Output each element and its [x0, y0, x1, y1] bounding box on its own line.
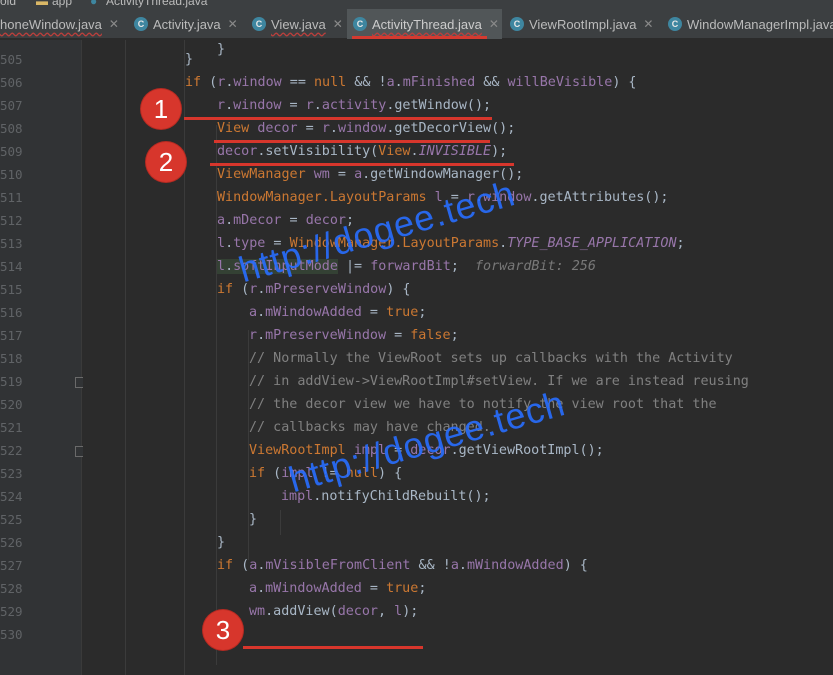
line-number: 515 [0, 282, 23, 297]
line-number: 516 [0, 305, 23, 320]
tab-phonewindow[interactable]: honeWindow.java ✕ [0, 9, 120, 39]
code-line: a.mWindowAdded = true; [249, 305, 427, 320]
line-number: 507 [0, 98, 23, 113]
tab-activity[interactable]: C Activity.java ✕ [128, 9, 244, 39]
code-line: } [249, 512, 258, 527]
indent-guide [125, 40, 126, 675]
tab-label: ActivityThread.java [372, 16, 482, 32]
line-number: 519 [0, 374, 23, 389]
folder-icon: ▬ [36, 0, 48, 8]
annotation-underline [184, 117, 492, 120]
code-line: } [217, 535, 226, 550]
line-number: 514 [0, 259, 23, 274]
active-tab-highlight [352, 36, 487, 39]
tab-label: ViewRootImpl.java [529, 16, 637, 32]
close-icon[interactable]: ✕ [489, 17, 499, 31]
line-number: 511 [0, 190, 23, 205]
line-number: 517 [0, 328, 23, 343]
indent-guide [280, 510, 281, 535]
line-number: 529 [0, 604, 23, 619]
class-icon: ● [90, 0, 98, 8]
breadcrumb-item-folder[interactable]: old [0, 0, 16, 8]
code-line: } [217, 42, 226, 57]
tab-label: WindowManagerImpl.java [687, 16, 833, 32]
close-icon[interactable]: ✕ [109, 17, 119, 31]
breadcrumb-item-file[interactable]: ActivityThread.java [106, 0, 207, 8]
line-number-gutter: 505 506 507 508 509 510 511 512 513 514 … [0, 40, 85, 675]
close-icon[interactable]: ✕ [333, 17, 343, 31]
line-number: 520 [0, 397, 23, 412]
line-number: 512 [0, 213, 23, 228]
line-number: 527 [0, 558, 23, 573]
line-number: 506 [0, 75, 23, 90]
line-number: 509 [0, 144, 23, 159]
breadcrumb: old ▬ app ● ActivityThread.java [0, 0, 833, 9]
annotation-badge-1: 1 [141, 89, 181, 129]
tab-label: View.java [271, 16, 326, 32]
tab-activitythread[interactable]: C ActivityThread.java ✕ [347, 9, 502, 39]
tab-windowmanagerimpl[interactable]: C WindowManagerImpl.java [662, 9, 833, 39]
line-number: 524 [0, 489, 23, 504]
c-class-icon: C [252, 17, 266, 31]
c-class-icon: C [134, 17, 148, 31]
annotation-badge-2: 2 [146, 142, 186, 182]
line-number: 525 [0, 512, 23, 527]
tab-label: honeWindow.java [0, 16, 102, 32]
code-line: decor.setVisibility(View.INVISIBLE); [217, 144, 508, 159]
tab-label: Activity.java [153, 16, 221, 32]
annotation-badge-3: 3 [203, 610, 243, 650]
c-class-icon: C [510, 17, 524, 31]
breadcrumb-item-app[interactable]: app [52, 0, 72, 8]
close-icon[interactable]: ✕ [228, 17, 238, 31]
line-number: 518 [0, 351, 23, 366]
line-number: 513 [0, 236, 23, 251]
code-line: View decor = r.window.getDecorView(); [217, 121, 516, 136]
code-line: } [185, 52, 194, 67]
line-number: 521 [0, 420, 23, 435]
line-number: 526 [0, 535, 23, 550]
code-line: r.window = r.activity.getWindow(); [217, 98, 492, 113]
code-comment: // Normally the ViewRoot sets up callbac… [249, 351, 733, 366]
code-line: if (a.mVisibleFromClient && !a.mWindowAd… [217, 558, 588, 573]
line-number: 510 [0, 167, 23, 182]
c-class-icon: C [353, 17, 367, 31]
tab-view[interactable]: C View.java ✕ [246, 9, 346, 39]
annotation-underline [243, 646, 423, 649]
indent-guide [184, 40, 185, 675]
annotation-underline [214, 140, 490, 143]
close-icon[interactable]: ✕ [643, 17, 653, 31]
code-line: if (r.window == null && !a.mFinished && … [185, 75, 637, 90]
line-number: 505 [0, 52, 23, 67]
line-number: 528 [0, 581, 23, 596]
editor-tab-bar: honeWindow.java ✕ C Activity.java ✕ C Vi… [0, 9, 833, 39]
line-number: 530 [0, 627, 23, 642]
code-line: a.mWindowAdded = true; [249, 581, 427, 596]
code-editor[interactable]: } } if (r.window == null && !a.mFinished… [83, 40, 833, 675]
annotation-underline [210, 163, 514, 166]
tab-viewrootimpl[interactable]: C ViewRootImpl.java ✕ [504, 9, 659, 39]
code-line: r.mPreserveWindow = false; [249, 328, 459, 343]
line-number: 523 [0, 466, 23, 481]
line-number: 508 [0, 121, 23, 136]
code-comment: // in addView->ViewRootImpl#setView. If … [249, 374, 749, 389]
line-number: 522 [0, 443, 23, 458]
c-class-icon: C [668, 17, 682, 31]
code-line: wm.addView(decor, l); [249, 604, 419, 619]
inline-value-hint: forwardBit: 256 [475, 259, 596, 274]
